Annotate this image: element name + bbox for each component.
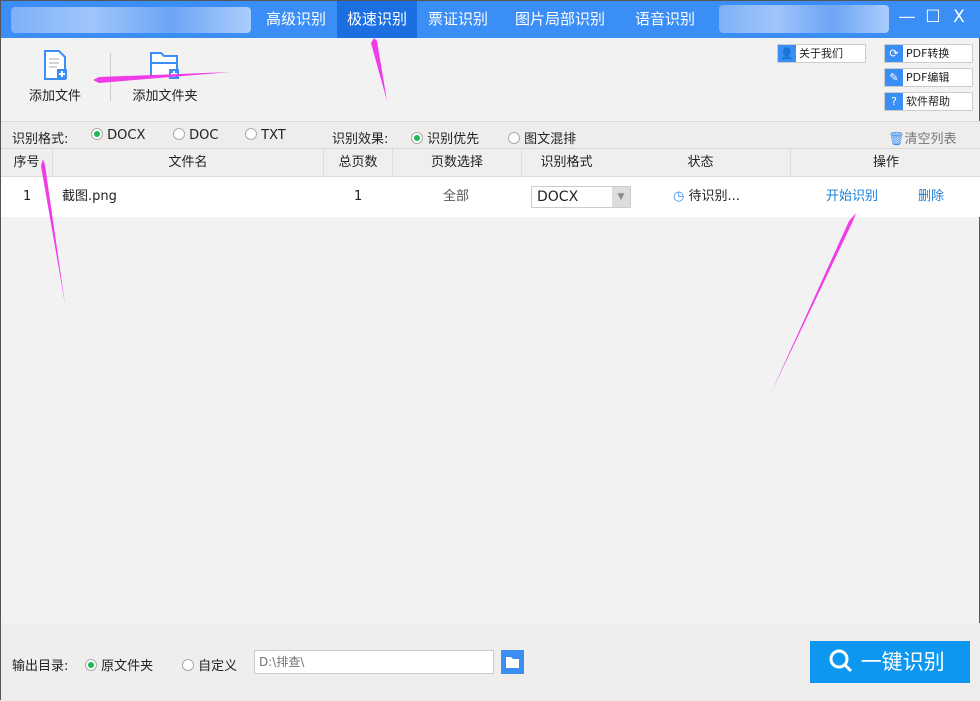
row-format-value: DOCX [537, 189, 579, 205]
tab-voice[interactable]: 语音识别 [625, 1, 705, 38]
row-pages: 1 [354, 189, 363, 204]
row-filename: 截图.png [62, 189, 117, 204]
pdf-edit-button[interactable]: ✎ PDF编辑 [884, 68, 973, 87]
add-folder-button[interactable]: 添加文件夹 [125, 49, 205, 104]
help-button[interactable]: ? 软件帮助 [884, 92, 973, 111]
question-icon: ? [885, 93, 903, 110]
refresh-icon: ⟳ [885, 45, 903, 62]
custom-radio[interactable]: 自定义 [182, 655, 237, 674]
add-file-button[interactable]: 添加文件 [19, 49, 91, 104]
row-status: ◷ 待识别... [673, 189, 740, 204]
trash-icon: 🗑 [888, 132, 905, 147]
browse-folder-button[interactable] [501, 650, 524, 674]
effect-mixed-radio[interactable]: 图文混排 [508, 128, 576, 147]
effect-label: 识别效果: [332, 132, 389, 147]
col-pages: 总页数 [324, 149, 393, 177]
delete-link[interactable]: 删除 [918, 177, 944, 217]
add-file-label: 添加文件 [28, 89, 81, 104]
original-folder-radio[interactable]: 原文件夹 [85, 655, 153, 674]
add-folder-icon [150, 52, 179, 79]
add-folder-label: 添加文件夹 [132, 89, 198, 104]
col-page-select: 页数选择 [393, 149, 522, 177]
format-docx-radio[interactable]: DOCX [91, 128, 145, 143]
about-label: 关于我们 [799, 47, 843, 60]
pdf-convert-label: PDF转换 [906, 47, 950, 60]
run-recognition-button[interactable]: 一键识别 [810, 641, 970, 683]
toolbar-divider [110, 53, 111, 101]
maximize-button[interactable]: ☐ [921, 7, 945, 27]
folder-icon [506, 657, 519, 668]
clock-icon: ◷ [673, 189, 685, 204]
footer: 输出目录: 原文件夹 自定义 一键识别 [1, 623, 980, 701]
table-header: 序号 文件名 总页数 页数选择 识别格式 状态 操作 [1, 149, 980, 177]
run-label: 一键识别 [860, 650, 945, 674]
output-path-input[interactable] [254, 650, 494, 674]
tab-image-partial[interactable]: 图片局部识别 [501, 1, 619, 38]
format-label: 识别格式: [12, 132, 69, 147]
start-recognition-link[interactable]: 开始识别 [826, 177, 878, 217]
tab-fast[interactable]: 极速识别 [337, 1, 417, 38]
row-index: 1 [23, 189, 32, 204]
help-label: 软件帮助 [906, 95, 950, 108]
chevron-down-icon: ▼ [612, 187, 630, 207]
col-index: 序号 [1, 149, 53, 177]
col-actions: 操作 [872, 155, 899, 170]
arrow-annotation [771, 213, 856, 393]
title-bar: 高级识别 极速识别 票证识别 图片局部识别 语音识别 — ☐ X [1, 1, 980, 38]
search-icon [829, 649, 853, 673]
options-bar: 识别格式: DOCX DOC TXT 识别效果: 识别优先 图文混排 🗑清空列表 [1, 121, 980, 149]
blurred-app-title [11, 7, 251, 33]
pdf-convert-button[interactable]: ⟳ PDF转换 [884, 44, 973, 63]
pencil-icon: ✎ [885, 69, 903, 86]
format-txt-radio[interactable]: TXT [245, 128, 286, 143]
close-button[interactable]: X [947, 7, 971, 27]
tab-ticket[interactable]: 票证识别 [419, 1, 497, 38]
add-file-icon [44, 50, 67, 80]
col-status: 状态 [611, 149, 791, 177]
blurred-account [719, 5, 889, 33]
annotation-arrows [41, 38, 856, 393]
about-button[interactable]: 👤 关于我们 [777, 44, 866, 63]
table-row: 1 截图.png 1 全部 DOCX ▼ ◷ 待识别... 开始识别 删除 [1, 177, 980, 217]
pdf-edit-label: PDF编辑 [906, 71, 950, 84]
minimize-button[interactable]: — [895, 7, 919, 27]
col-format: 识别格式 [540, 155, 593, 170]
effect-priority-radio[interactable]: 识别优先 [411, 128, 479, 147]
output-label: 输出目录: [12, 659, 69, 674]
row-page-select[interactable]: 全部 [443, 177, 469, 217]
col-filename: 文件名 [53, 149, 324, 177]
tab-advanced[interactable]: 高级识别 [257, 1, 335, 38]
format-doc-radio[interactable]: DOC [173, 128, 218, 143]
clear-list-button[interactable]: 🗑清空列表 [888, 128, 957, 147]
arrow-annotation [371, 38, 387, 101]
user-icon: 👤 [778, 45, 796, 62]
row-format-select[interactable]: DOCX ▼ [531, 186, 631, 208]
